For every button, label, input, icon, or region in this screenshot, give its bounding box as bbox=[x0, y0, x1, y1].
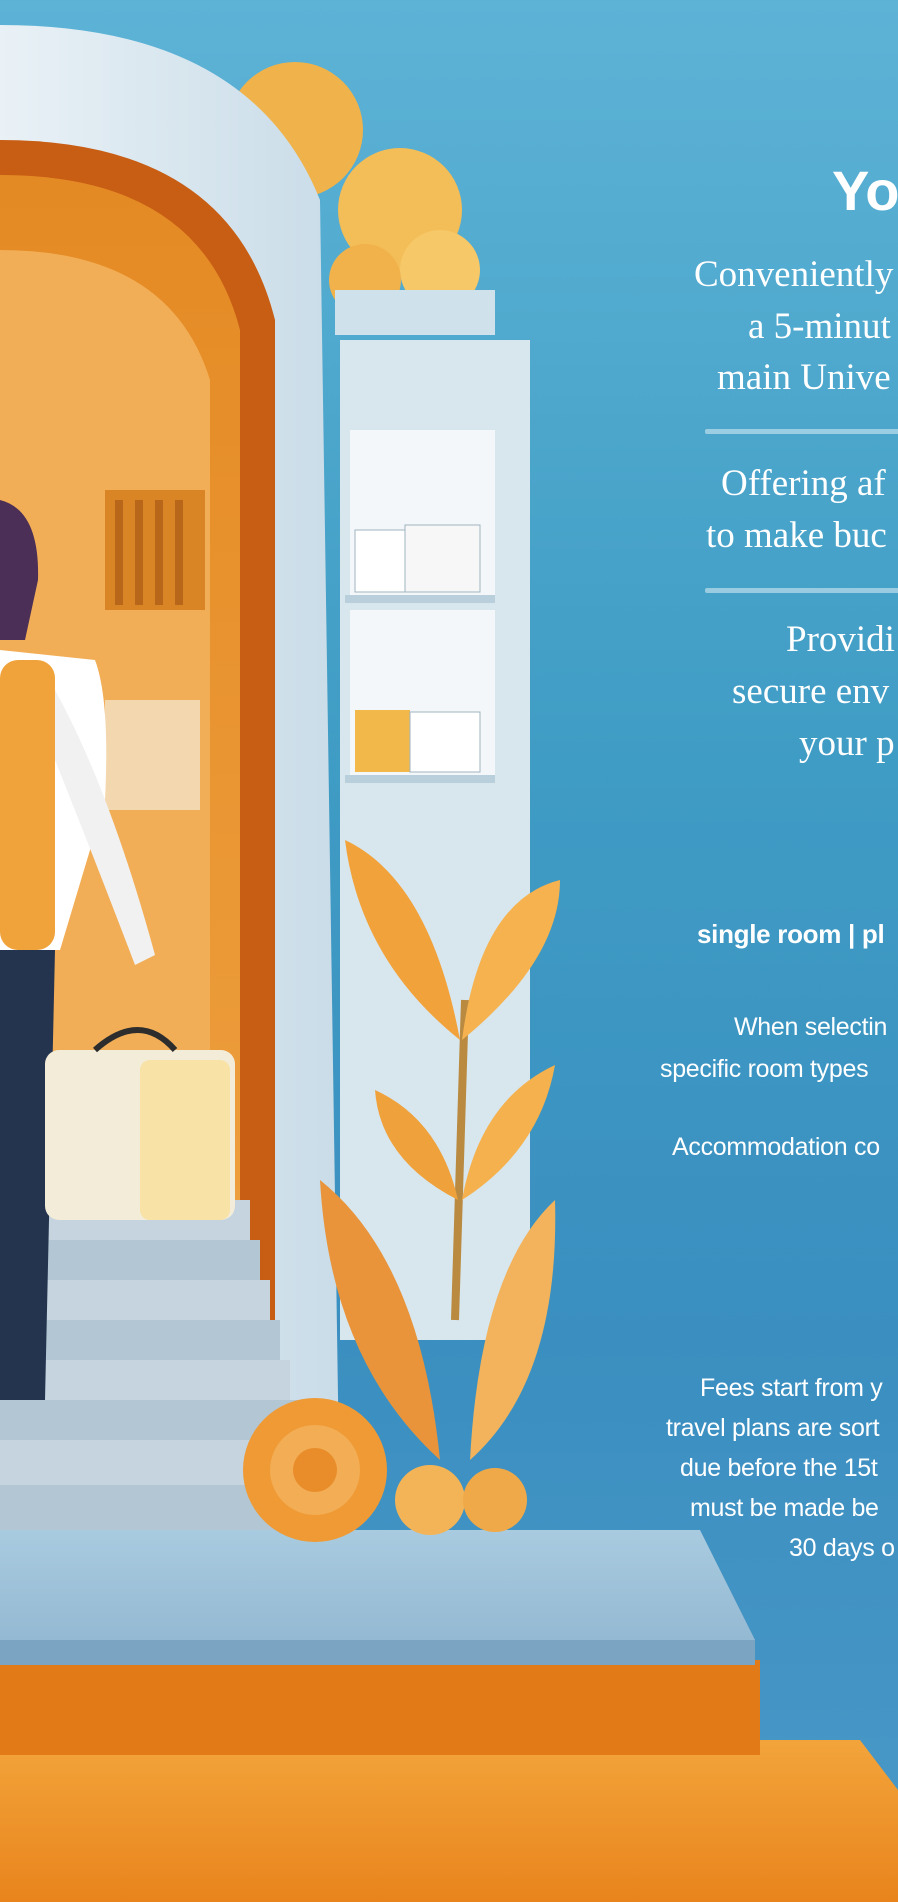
price-line: to make buc bbox=[706, 515, 887, 556]
room-types: single room | pl bbox=[697, 919, 885, 949]
divider bbox=[705, 588, 898, 593]
divider bbox=[705, 429, 898, 434]
security-line: your p bbox=[799, 723, 895, 764]
location-line: Conveniently bbox=[694, 254, 894, 295]
price-line: Offering af bbox=[721, 463, 886, 504]
page-title: Yo bbox=[832, 159, 898, 222]
fees-line: must be made be bbox=[690, 1494, 879, 1522]
cost-line: Accommodation co bbox=[672, 1133, 880, 1161]
selection-line: When selectin bbox=[734, 1013, 888, 1041]
platform bbox=[0, 1530, 755, 1665]
security-line: secure env bbox=[732, 671, 890, 712]
security-line: Providi bbox=[786, 619, 895, 660]
location-line: a 5-minut bbox=[748, 306, 891, 347]
fees-line: Fees start from y bbox=[700, 1374, 883, 1402]
fees-line: due before the 15t bbox=[680, 1454, 878, 1482]
selection-line: specific room types bbox=[660, 1055, 869, 1083]
location-line: main Unive bbox=[717, 357, 891, 398]
bookshelf bbox=[340, 340, 530, 1340]
fees-line: 30 days o bbox=[789, 1534, 895, 1562]
floor bbox=[0, 1660, 898, 1902]
fees-line: travel plans are sort bbox=[666, 1414, 880, 1442]
